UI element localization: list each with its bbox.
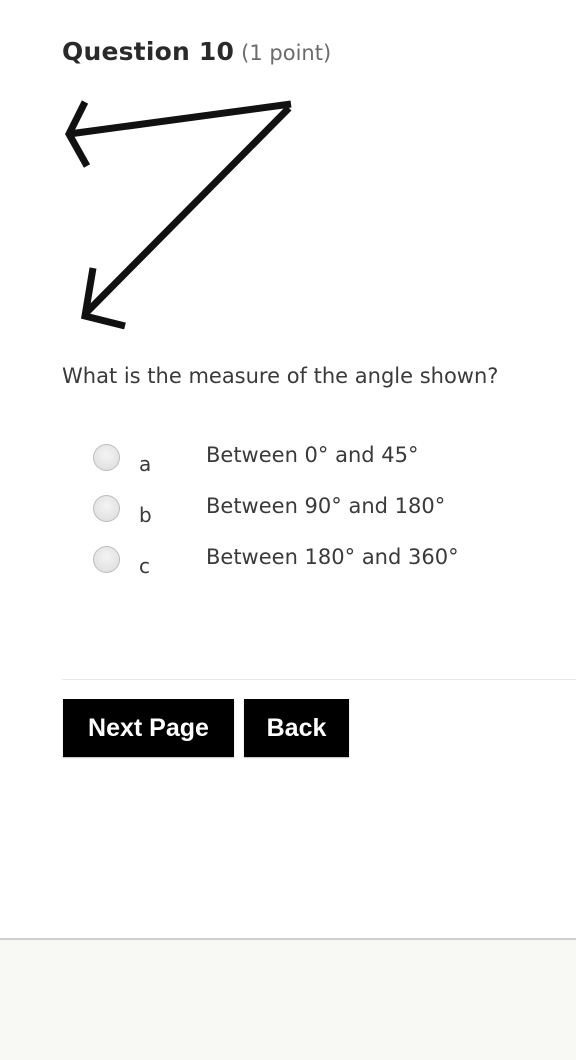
option-c[interactable]: c Between 180° and 360° — [92, 542, 512, 582]
radio-button[interactable] — [93, 495, 120, 522]
option-text: Between 180° and 360° — [206, 545, 459, 569]
angle-figure-icon — [65, 100, 292, 330]
radio-button[interactable] — [93, 546, 120, 573]
question-title: Question 10 — [62, 37, 235, 66]
back-button[interactable]: Back — [244, 699, 349, 757]
option-text: Between 90° and 180° — [206, 494, 446, 518]
divider — [62, 679, 576, 680]
next-page-button[interactable]: Next Page — [63, 699, 234, 757]
option-a[interactable]: a Between 0° and 45° — [92, 440, 512, 480]
ray-left — [68, 100, 292, 138]
option-letter: c — [139, 554, 150, 578]
option-b[interactable]: b Between 90° and 180° — [92, 491, 512, 531]
option-letter: a — [139, 452, 152, 476]
question-points: (1 point) — [241, 41, 332, 65]
page-footer — [0, 938, 576, 1060]
option-letter: b — [139, 503, 152, 527]
option-text: Between 0° and 45° — [206, 443, 419, 467]
question-header: Question 10 (1 point) — [62, 37, 331, 66]
ray-down-left — [82, 105, 292, 317]
question-prompt: What is the measure of the angle shown? — [62, 364, 499, 388]
radio-button[interactable] — [93, 444, 120, 471]
